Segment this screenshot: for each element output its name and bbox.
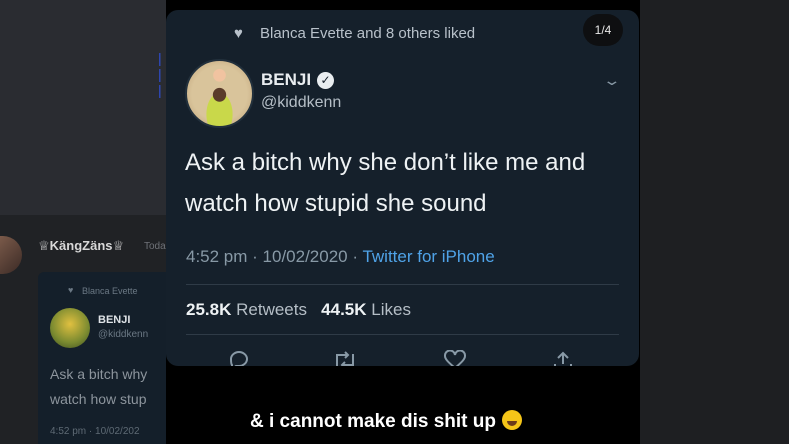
background-embed-text-line: Ask a bitch why bbox=[50, 366, 148, 382]
like-label[interactable]: Likes bbox=[371, 300, 411, 319]
tweet-text: Ask a bitch why she don’t like me and wa… bbox=[185, 149, 586, 217]
social-context: ♥ Blanca Evette and 8 others liked bbox=[234, 25, 475, 42]
display-name[interactable]: BENJI ✓ bbox=[261, 70, 335, 90]
retweet-count[interactable]: 25.8K bbox=[186, 300, 231, 319]
user-handle[interactable]: @kiddkenn bbox=[261, 94, 341, 112]
liked-by-text: Blanca Evette and 8 others liked bbox=[260, 25, 476, 42]
background-embed-timestamp: 4:52 pm · 10/02/202 bbox=[50, 426, 140, 437]
like-count[interactable]: 44.5K bbox=[321, 300, 366, 319]
tweet-meta: 4:52 pm · 10/02/2020 · Twitter for iPhon… bbox=[186, 247, 495, 267]
page-indicator: 1/4 bbox=[583, 14, 623, 46]
like-icon[interactable] bbox=[442, 349, 468, 366]
caption-text: & i cannot make dis shit up bbox=[250, 411, 496, 432]
retweet-label[interactable]: Retweets bbox=[236, 300, 307, 319]
tweet-timestamp: 4:52 pm · 10/02/2020 · bbox=[186, 247, 359, 266]
background-top-area bbox=[0, 0, 166, 215]
tweet-card[interactable]: ♥ Blanca Evette and 8 others liked 1/4 B… bbox=[166, 10, 639, 366]
background-liked-text: Blanca Evette bbox=[82, 286, 138, 296]
tweet-source-link[interactable]: Twitter for iPhone bbox=[362, 247, 494, 266]
avatar[interactable] bbox=[185, 59, 254, 128]
display-name-text: BENJI bbox=[261, 70, 312, 89]
background-embed-name: BENJI bbox=[98, 314, 131, 326]
background-right-panel bbox=[640, 0, 789, 444]
background-tweet-embed: ♥ Blanca Evette BENJI @kiddkenn Ask a bi… bbox=[38, 272, 166, 444]
video-caption: & i cannot make dis shit up bbox=[250, 410, 522, 433]
chevron-down-icon[interactable]: ⌄ bbox=[602, 72, 621, 89]
laughing-emoji-icon bbox=[502, 410, 522, 430]
divider bbox=[186, 334, 619, 335]
background-timestamp: Toda bbox=[144, 241, 166, 252]
verified-icon: ✓ bbox=[317, 71, 335, 89]
tweet-stats: 25.8K Retweets 44.5K Likes bbox=[186, 300, 411, 320]
background-embed-avatar bbox=[50, 308, 90, 348]
background-embed-text: Ask a bitch why watch how stup bbox=[50, 362, 147, 412]
reply-icon[interactable] bbox=[226, 350, 252, 366]
background-heart-icon: ♥ bbox=[68, 285, 74, 295]
heart-icon: ♥ bbox=[234, 24, 243, 42]
background-blue-mark: | | | bbox=[158, 50, 162, 98]
share-icon[interactable] bbox=[550, 350, 576, 366]
retweet-icon[interactable] bbox=[332, 350, 358, 366]
divider bbox=[186, 284, 619, 285]
background-embed-handle: @kiddkenn bbox=[98, 329, 149, 340]
background-username: ♕KängZäns♕ bbox=[38, 238, 125, 253]
background-embed-text-line: watch how stup bbox=[50, 391, 147, 407]
